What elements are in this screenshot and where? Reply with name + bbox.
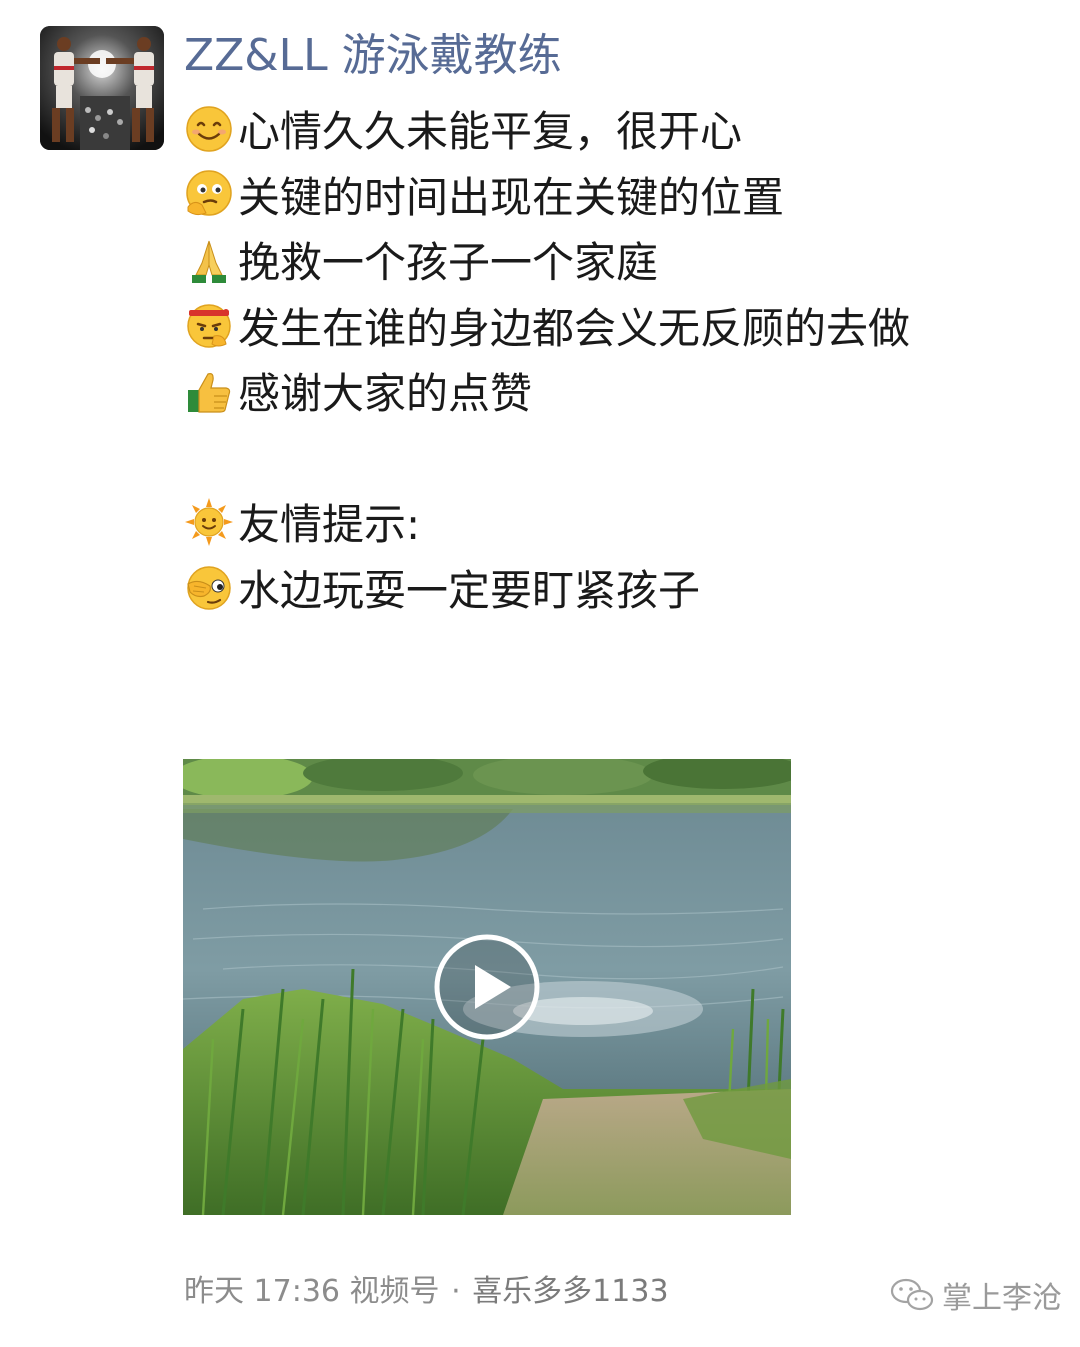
thumbs-up-emoji-icon [188, 372, 231, 413]
play-button[interactable] [433, 933, 541, 1041]
separator: · [451, 1274, 461, 1309]
watermark-text: 掌上李沧 [942, 1281, 1062, 1316]
post-line-text: 友情提示: [238, 500, 421, 550]
author-name[interactable]: ZZ&LL 游泳戴教练 [184, 28, 562, 84]
thinking-emoji-icon [186, 170, 232, 216]
determined-emoji-icon [187, 304, 231, 348]
post-line: 友情提示: [184, 489, 1044, 555]
post-line: 感谢大家的点赞 [184, 358, 1044, 424]
post-time: 昨天 17:36 [184, 1274, 340, 1309]
post-line: 发生在谁的身边都会义无反顾的去做 [184, 293, 1044, 359]
post-line-text: 感谢大家的点赞 [238, 369, 533, 419]
video-source-label[interactable]: 视频号 [350, 1274, 440, 1309]
wechat-icon [890, 1278, 934, 1311]
post-footer: 昨天 17:36 视频号 · 喜乐多多1133 [184, 1270, 669, 1314]
post-line: 挽救一个孩子一个家庭 [184, 227, 1044, 293]
post-line-text: 心情久久未能平复，很开心 [238, 107, 743, 157]
post-line-text: 水边玩耍一定要盯紧孩子 [238, 565, 701, 615]
post-text: 心情久久未能平复，很开心 关键的时间出现在关键的位置 挽救一个孩子一个家庭 发生… [184, 96, 1044, 620]
post-line-text: 挽救一个孩子一个家庭 [238, 238, 659, 288]
post-line: 水边玩耍一定要盯紧孩子 [184, 555, 1044, 621]
post-line-text: 发生在谁的身边都会义无反顾的去做 [238, 303, 911, 353]
smile-emoji-icon [186, 106, 232, 152]
pray-emoji-icon [192, 240, 226, 283]
sun-emoji-icon [185, 497, 233, 546]
watermark: 掌上李沧 [890, 1272, 1062, 1318]
post-line: 关键的时间出现在关键的位置 [184, 162, 1044, 228]
peek-emoji-icon [187, 566, 231, 610]
channel-name[interactable]: 喜乐多多1133 [472, 1274, 668, 1309]
avatar[interactable] [40, 26, 164, 150]
avatar-image [40, 26, 164, 150]
post-line-blank [184, 424, 1044, 490]
post-line: 心情久久未能平复，很开心 [184, 96, 1044, 162]
post-line-text: 关键的时间出现在关键的位置 [238, 172, 785, 222]
video-thumbnail[interactable] [183, 759, 791, 1215]
